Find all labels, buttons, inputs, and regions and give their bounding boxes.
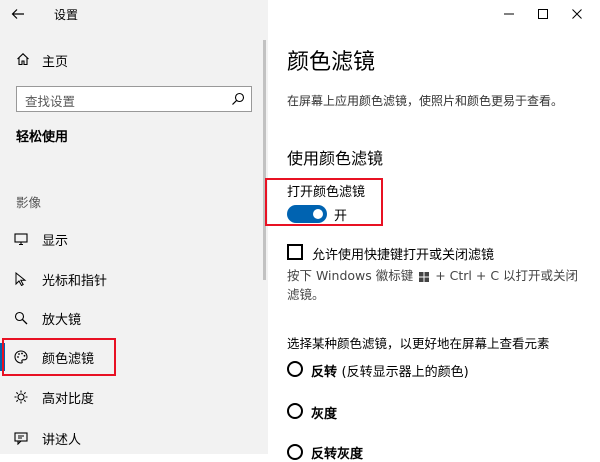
radio-option-name: 灰度 xyxy=(311,407,338,422)
sidebar-group-title: 轻松使用 xyxy=(16,130,69,145)
title-bar-left: 设置 xyxy=(0,0,268,30)
shortcut-checkbox-label[interactable]: 允许使用快捷键打开或关闭滤镜 xyxy=(312,244,494,263)
shortcut-hint: 按下 Windows 徽标键 + Ctrl + C 以打开或关闭滤镜。 xyxy=(287,266,587,304)
sidebar-section-label: 影像 xyxy=(16,195,42,210)
sidebar-item-display[interactable]: 显示 xyxy=(0,221,262,257)
annotation-highlight-toggle xyxy=(265,178,383,226)
hint-text-before: 按下 Windows 徽标键 xyxy=(287,268,414,283)
monitor-icon xyxy=(14,233,28,246)
maximize-icon xyxy=(538,9,548,19)
page-description: 在屏幕上应用颜色滤镜，使照片和颜色更易于查看。 xyxy=(287,94,564,108)
home-icon xyxy=(17,53,29,66)
page-title: 颜色滤镜 xyxy=(287,50,376,75)
radio-invert[interactable] xyxy=(287,361,303,377)
back-arrow-icon xyxy=(11,9,24,19)
cursor-icon xyxy=(15,272,27,286)
search-placeholder: 查找设置 xyxy=(25,94,76,109)
windows-logo-icon xyxy=(419,271,430,282)
search-icon[interactable] xyxy=(231,92,245,106)
sidebar-scrollbar[interactable] xyxy=(263,40,266,280)
sidebar-item-label: 讲述人 xyxy=(42,433,82,448)
sidebar-item-label: 光标和指针 xyxy=(42,274,108,289)
close-button[interactable] xyxy=(554,2,600,26)
narrator-icon xyxy=(14,432,28,445)
back-button[interactable] xyxy=(10,4,32,24)
annotation-highlight-sidebar xyxy=(2,338,116,376)
app-title: 设置 xyxy=(54,8,79,22)
radio-invert-label[interactable]: 反转 (反转显示器上的颜色) xyxy=(311,361,469,380)
sidebar-item-label: 显示 xyxy=(42,234,69,249)
sidebar-item-label: 主页 xyxy=(42,55,69,70)
radio-option-desc: (反转显示器上的颜色) xyxy=(341,365,469,380)
sidebar-item-magnifier[interactable]: 放大镜 xyxy=(0,300,262,336)
close-icon xyxy=(572,9,582,19)
search-input[interactable]: 查找设置 xyxy=(16,86,252,112)
radio-inverted-grayscale[interactable] xyxy=(287,444,303,460)
settings-sidebar: 设置 主页 查找设置 轻松使用 影像 显示 光标和指针 放大镜 颜色滤镜 高对比… xyxy=(0,0,268,454)
sidebar-item-label: 放大镜 xyxy=(42,313,82,328)
section-heading: 使用颜色滤镜 xyxy=(287,149,384,168)
radio-inverted-grayscale-label[interactable]: 反转灰度 xyxy=(311,443,363,462)
shortcut-checkbox[interactable] xyxy=(287,244,303,260)
magnifier-icon xyxy=(14,311,28,325)
sidebar-item-narrator[interactable]: 讲述人 xyxy=(0,420,262,456)
filter-select-title: 选择某种颜色滤镜，以更好地在屏幕上查看元素 xyxy=(287,336,550,351)
sidebar-item-home[interactable]: 主页 xyxy=(0,47,262,73)
brightness-icon xyxy=(14,390,28,404)
minimize-icon xyxy=(504,13,514,15)
radio-option-name: 反转灰度 xyxy=(311,447,364,462)
radio-option-name: 反转 xyxy=(311,365,338,380)
sidebar-item-cursor[interactable]: 光标和指针 xyxy=(0,261,262,297)
sidebar-item-label: 高对比度 xyxy=(42,392,95,407)
radio-grayscale[interactable] xyxy=(287,403,303,419)
radio-grayscale-label[interactable]: 灰度 xyxy=(311,403,337,422)
sidebar-item-high-contrast[interactable]: 高对比度 xyxy=(0,379,262,415)
